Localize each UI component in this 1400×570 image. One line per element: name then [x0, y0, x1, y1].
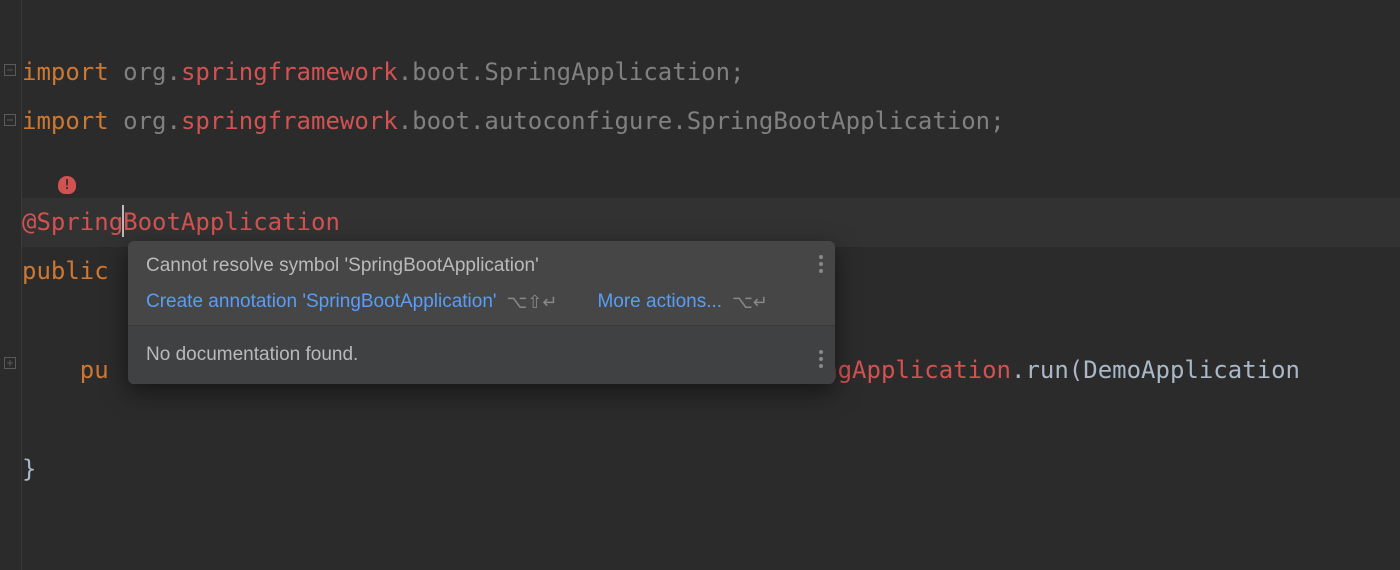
gutter — [0, 0, 22, 570]
keyword-fragment: pu — [80, 356, 109, 384]
package-path: .boot.SpringApplication; — [398, 58, 745, 86]
keyword-public: public — [22, 257, 109, 285]
keyword-import: import — [22, 58, 123, 86]
fold-collapse-icon[interactable] — [2, 62, 18, 78]
keyword-import: import — [22, 107, 123, 135]
package-path: .boot.autoconfigure.SpringBootApplicatio… — [398, 107, 1005, 135]
fold-collapse-icon[interactable] — [2, 112, 18, 128]
close-brace: } — [22, 455, 36, 483]
method-call: .run(DemoApplication — [1011, 356, 1300, 384]
error-symbol: BootApplication — [123, 208, 340, 236]
code-line[interactable]: import org.springframework.boot.SpringAp… — [22, 48, 1400, 97]
create-annotation-action[interactable]: Create annotation 'SpringBootApplication… — [146, 291, 497, 313]
code-line[interactable] — [22, 146, 1400, 198]
error-symbol: springframework — [181, 107, 398, 135]
error-symbol: Spring — [36, 208, 123, 236]
annotation-at: @ — [22, 208, 36, 236]
more-options-icon[interactable] — [819, 255, 823, 273]
fold-expand-icon[interactable] — [2, 355, 18, 371]
shortcut-hint: ⌥⇧↵ — [507, 292, 558, 313]
error-tooltip-popup: Cannot resolve symbol 'SpringBootApplica… — [128, 241, 835, 384]
error-symbol: springframework — [181, 58, 398, 86]
code-line-current[interactable]: @SpringBootApplication — [22, 198, 1400, 247]
error-message: Cannot resolve symbol 'SpringBootApplica… — [146, 255, 817, 277]
code-line[interactable] — [22, 395, 1400, 445]
popup-error-section: Cannot resolve symbol 'SpringBootApplica… — [128, 241, 835, 326]
more-actions-link[interactable]: More actions... — [597, 291, 722, 313]
package-path: org. — [123, 58, 181, 86]
shortcut-hint: ⌥↵ — [732, 292, 768, 313]
code-line[interactable]: import org.springframework.boot.autoconf… — [22, 97, 1400, 146]
indent — [22, 356, 80, 384]
quick-fix-actions: Create annotation 'SpringBootApplication… — [146, 291, 817, 313]
more-options-icon[interactable] — [819, 350, 823, 368]
text-cursor — [122, 205, 124, 237]
code-line[interactable]: } — [22, 445, 1400, 494]
popup-doc-section: No documentation found. — [128, 326, 835, 384]
documentation-text: No documentation found. — [146, 344, 817, 366]
error-symbol: ingApplication — [809, 356, 1011, 384]
intention-bulb-icon[interactable] — [58, 176, 76, 194]
package-path: org. — [123, 107, 181, 135]
